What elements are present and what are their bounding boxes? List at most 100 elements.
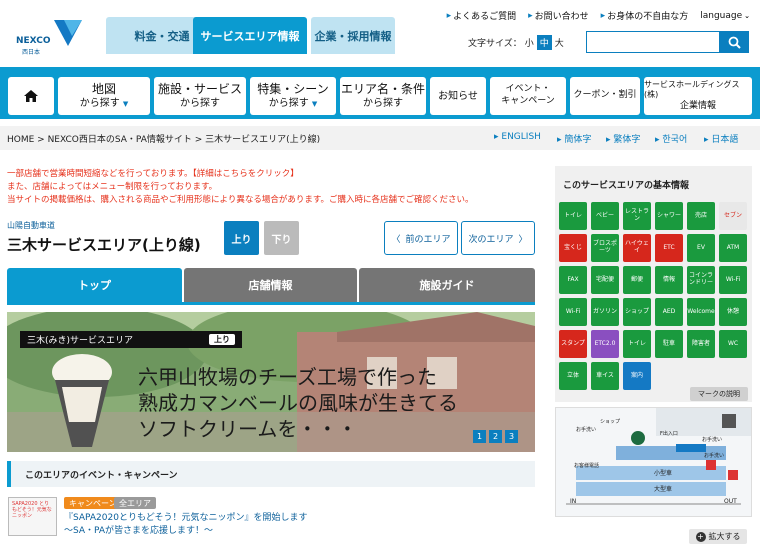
plus-icon: + [695, 531, 706, 542]
tab-underline [7, 302, 535, 305]
language-selector[interactable]: language ⌄ [700, 9, 750, 22]
notice-block: 一部店舗で営業時間短縮などを行っております。【詳細はこちらをクリック】 また、店… [7, 168, 474, 208]
facility-icon: トイレ [559, 202, 587, 230]
facility-icon: FAX [559, 266, 587, 294]
tab-service-area[interactable]: サービスエリア情報 [193, 17, 307, 54]
facility-icon: 宝くじ [559, 234, 587, 262]
facility-icon: ハイウェイ [623, 234, 651, 262]
facility-icon: セブン [719, 202, 747, 230]
facility-icon-grid: トイレ ベビー レストラン シャワー 売店 セブン 宝くじ ブロスポーツ ハイウェイ ETC EV A… [559, 202, 749, 390]
facility-icon: AED [655, 298, 683, 326]
font-size-label: 文字サイズ： [468, 39, 522, 49]
nav-feature-label: 特集・シーン [257, 81, 329, 96]
lang-korean[interactable]: ▸ 한국어 [655, 132, 687, 145]
nav-area-name[interactable]: エリア名・条件 から探す [340, 77, 426, 115]
nav-facility[interactable]: 施設・サービス から探す [154, 77, 246, 115]
nav-map[interactable]: 地図 から探す ▼ [58, 77, 150, 115]
font-size-large[interactable]: 大 [555, 36, 564, 49]
facility-icon: 駐車 [655, 330, 683, 358]
facility-icon: ETC [655, 234, 683, 262]
logo-sub: 西日本 [22, 49, 41, 56]
chevron-right-icon: 〉 [518, 234, 528, 245]
notice-line: また、店舗によってはメニュー制限を行っております。 [7, 182, 218, 193]
chevron-left-icon: 〈 [391, 234, 401, 245]
nav-events[interactable]: イベント・ キャンペーン [490, 77, 566, 115]
facility-icon: 休憩 [719, 298, 747, 326]
lang-traditional[interactable]: ▸ 繁体字 [606, 132, 640, 145]
facility-icon: 案内 [623, 362, 651, 390]
direction-down-button[interactable]: 下り [264, 221, 299, 255]
campaign-badge: キャンペーン [64, 497, 122, 509]
event-title-link[interactable]: 『SAPA2020とりもどそう！元気なニッポン』を開始します ～SA・PAが皆さ… [64, 512, 308, 537]
facility-icon: Wi-Fi [719, 266, 747, 294]
facility-icon: トイレ [623, 330, 651, 358]
facility-icon: EV [687, 234, 715, 262]
hero-label-badge: 上り [209, 334, 235, 345]
facility-icon: ETC2.0 [591, 330, 619, 358]
area-map[interactable]: ショップ お手洗い F出入口 お手洗い お客様電話 お手洗い 小型車 大型車 I… [555, 407, 752, 517]
facility-icon: ATM [719, 234, 747, 262]
tab-shops[interactable]: 店舗情報 [184, 268, 357, 302]
facility-icon: ガソリン [591, 298, 619, 326]
facility-icon: 宅配便 [591, 266, 619, 294]
tab-top[interactable]: トップ [7, 268, 182, 302]
lang-japanese[interactable]: ▸ 日本語 [704, 132, 738, 145]
utility-links: ▸ よくあるご質問 ▸ お問い合わせ ▸ お身体の不自由な方 language ⌄ [447, 9, 750, 23]
nav-coupon[interactable]: クーポン・割引 [570, 77, 640, 115]
zoom-button[interactable]: + 拡大する [689, 529, 747, 544]
facility-icon: 郵便 [623, 266, 651, 294]
facility-icon: Wi-Fi [559, 298, 587, 326]
contact-link[interactable]: ▸ お問い合わせ [528, 9, 589, 23]
tab-facility-guide[interactable]: 施設ガイド [359, 268, 535, 302]
nexco-logo[interactable]: NEXCO 西日本 [8, 14, 88, 58]
facility-icon: Welcome [687, 298, 715, 326]
home-button[interactable] [8, 77, 54, 115]
direction-up-button[interactable]: 上り [224, 221, 259, 255]
slide-dot[interactable]: 3 [505, 430, 518, 443]
all-area-badge: 全エリア [114, 497, 156, 509]
nav-feature[interactable]: 特集・シーン から探す ▼ [250, 77, 336, 115]
lang-simplified[interactable]: ▸ 簡体字 [557, 132, 591, 145]
font-size-medium[interactable]: 中 [536, 35, 552, 50]
hero-label: 三木(みき)サービスエリア 上り [20, 331, 242, 348]
faq-link[interactable]: ▸ よくあるご質問 [447, 9, 517, 23]
road-name: 山陽自動車道 [7, 221, 55, 230]
logo-text: NEXCO [16, 36, 51, 46]
facility-icon: 売店 [687, 202, 715, 230]
accessibility-link[interactable]: ▸ お身体の不自由な方 [601, 9, 689, 23]
slide-dot[interactable]: 2 [489, 430, 502, 443]
facility-icon: コインランドリー [687, 266, 715, 294]
facility-icon: 立体 [559, 362, 587, 390]
facility-icon: ショップ [623, 298, 651, 326]
font-size-small[interactable]: 小 [525, 36, 534, 49]
facility-icon: ブロスポーツ [591, 234, 619, 262]
search-button[interactable] [720, 31, 749, 53]
nav-facility-label: 施設・サービス [157, 81, 242, 96]
basic-info-title: このサービスエリアの基本情報 [563, 181, 690, 191]
facility-icon: 障害者 [687, 330, 715, 358]
home-icon [24, 90, 38, 102]
slide-dot[interactable]: 1 [473, 430, 486, 443]
mark-legend-button[interactable]: マークの説明 [690, 387, 748, 401]
notice-line: 当サイトの掲載価格は、購入される商品やご利用形態により異なる場合があります。ご購… [7, 195, 474, 206]
nav-area-name-label: エリア名・条件 [340, 81, 425, 96]
facility-icon: シャワー [655, 202, 683, 230]
facility-icon: レストラン [623, 202, 651, 230]
search-input[interactable] [586, 31, 720, 53]
next-area-button[interactable]: 次のエリア〉 [461, 221, 535, 255]
nav-news[interactable]: お知らせ [430, 77, 486, 115]
nav-holdings[interactable]: サービスホールディングス(株) 企業情報 [644, 77, 752, 115]
tab-corporate[interactable]: 企業・採用情報 [311, 17, 395, 54]
prev-area-button[interactable]: 〈前のエリア [384, 221, 458, 255]
page-title: 三木サービスエリア(上り線) [7, 236, 201, 254]
facility-icon: スタンプ [559, 330, 587, 358]
event-thumbnail[interactable]: SAPA2020 とりもどそう！元気なニッポン [8, 497, 57, 536]
lang-english[interactable]: ▸ ENGLISH [494, 132, 541, 142]
breadcrumb[interactable]: HOME > NEXCO西日本のSA・PA情報サイト > 三木サービスエリア(上… [7, 132, 320, 145]
facility-icon: 情報 [655, 266, 683, 294]
notice-line[interactable]: 一部店舗で営業時間短縮などを行っております。【詳細はこちらをクリック】 [7, 168, 474, 181]
search-icon [728, 36, 741, 49]
nav-map-label: 地図 [91, 81, 116, 96]
facility-icon: ベビー [591, 202, 619, 230]
facility-icon: WC [719, 330, 747, 358]
